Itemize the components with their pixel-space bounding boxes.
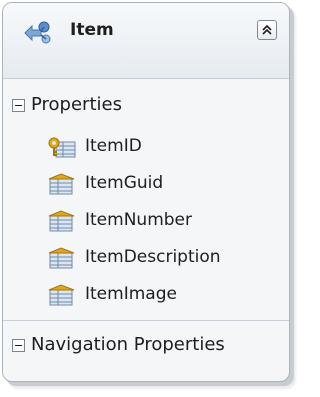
scalar-property-icon — [48, 247, 75, 269]
property-row-itemimage[interactable]: ItemImage — [47, 282, 287, 310]
properties-section-label: Properties — [31, 94, 122, 115]
property-row-itemnumber[interactable]: ItemNumber — [47, 208, 287, 236]
property-label: ItemNumber — [85, 210, 192, 230]
property-row-itemdescription[interactable]: ItemDescription — [47, 245, 287, 273]
section-divider — [3, 320, 289, 321]
navigation-section-label: Navigation Properties — [31, 334, 225, 355]
property-label: ItemImage — [85, 284, 177, 304]
property-label: ItemGuid — [85, 173, 164, 193]
entity-title: Item — [70, 20, 114, 40]
property-row-itemguid[interactable]: ItemGuid — [47, 171, 287, 199]
scalar-property-icon — [48, 284, 75, 306]
entity-header[interactable]: Item — [3, 3, 289, 79]
scalar-property-icon — [48, 210, 75, 232]
properties-toggle-minus-icon[interactable] — [12, 99, 25, 112]
property-label: ItemDescription — [85, 247, 221, 267]
key-property-icon — [48, 137, 76, 158]
property-row-itemid[interactable]: ItemID — [47, 134, 287, 162]
entity-shape-item[interactable]: Item Properties ItemID ItemGuid ItemNumb… — [2, 2, 290, 382]
property-label: ItemID — [85, 136, 142, 156]
scalar-property-icon — [48, 173, 75, 195]
navigation-toggle-minus-icon[interactable] — [12, 339, 25, 352]
double-chevron-up-icon[interactable] — [257, 20, 277, 40]
entity-type-icon — [21, 17, 53, 49]
